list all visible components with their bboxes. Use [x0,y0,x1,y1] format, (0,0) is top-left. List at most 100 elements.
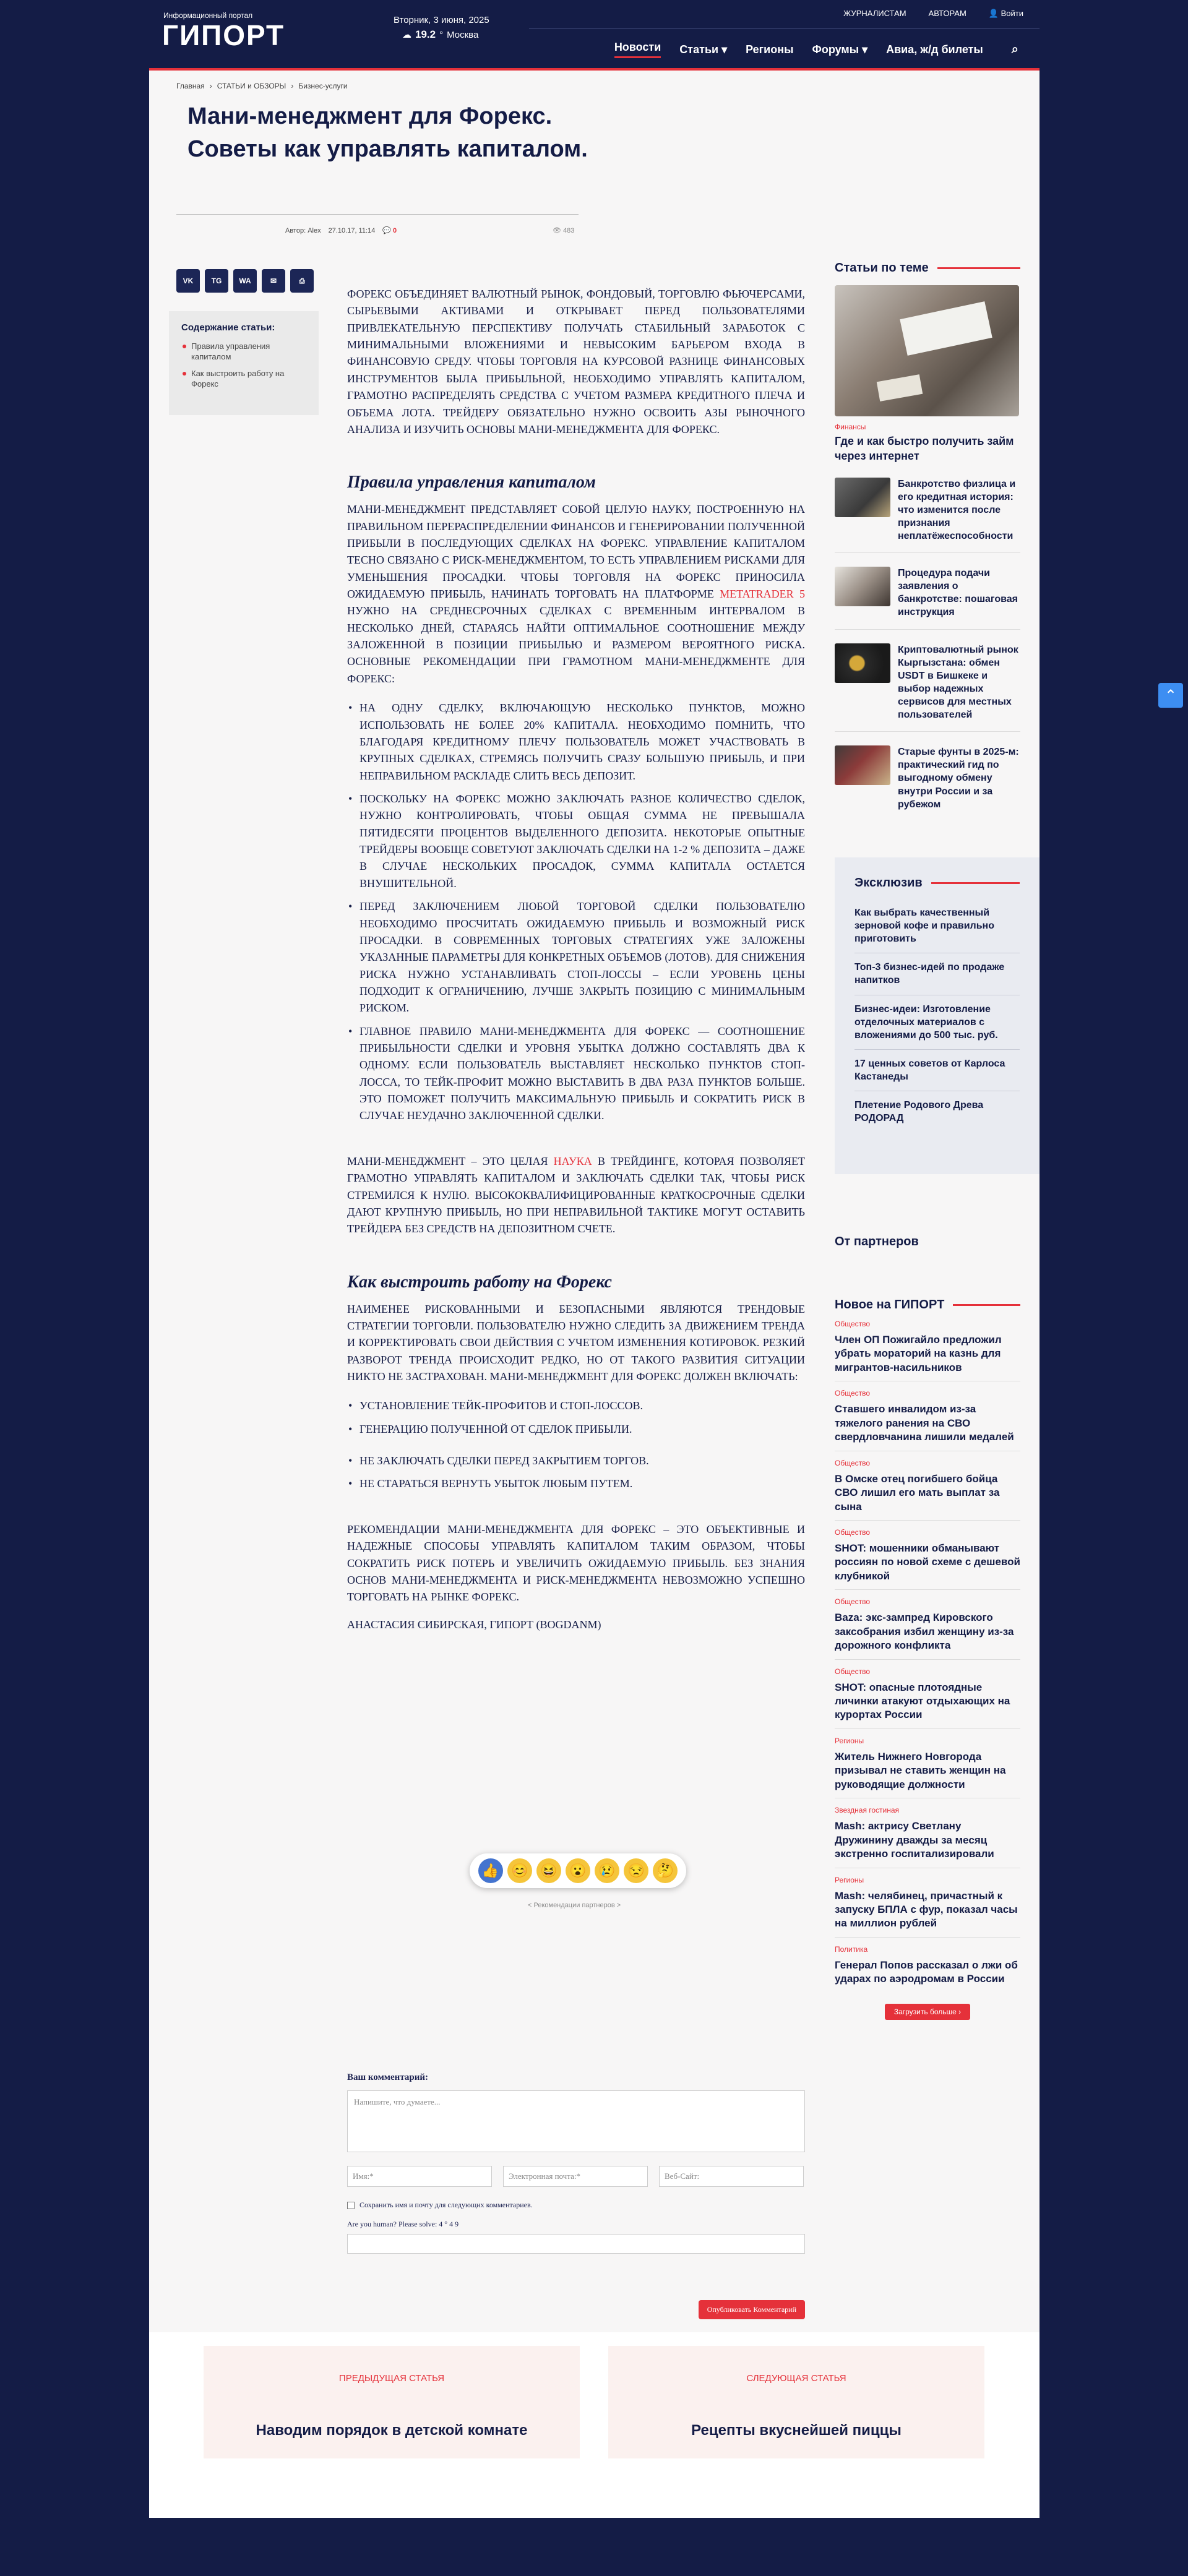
news-category[interactable]: Общество [835,1320,1020,1328]
temperature-unit: ° [439,29,444,40]
meh-reaction[interactable]: 😒 [624,1858,649,1883]
news-category[interactable]: Общество [835,1667,1020,1676]
news-title[interactable]: Член ОП Пожигайло предложил убрать морат… [835,1333,1020,1375]
comment-textarea[interactable]: Напишите, что думаете... [347,2090,805,2152]
login-link[interactable]: 👤 Войти [989,9,1023,19]
author-name[interactable]: Alex [308,227,321,234]
nav-tickets[interactable]: Авиа, ж/д билеты [886,43,983,56]
website-field[interactable]: Веб-Сайт: [659,2166,804,2187]
news-title[interactable]: Ставшего инвалидом из-за тяжелого ранени… [835,1402,1020,1444]
sad-reaction[interactable]: 😢 [595,1858,620,1883]
related-item-title[interactable]: Старые фунты в 2025-м: практический гид … [898,745,1020,811]
prev-title[interactable]: Наводим порядок в детской комнате [204,2422,580,2439]
related-item[interactable]: Банкротство физлица и его кредитная исто… [835,477,1020,554]
paper-shape [900,301,992,356]
link-authors[interactable]: АВТОРАМ [929,9,966,19]
news-category[interactable]: Звездная гостиная [835,1806,1020,1814]
exclusive-item[interactable]: Топ-3 бизнес-идей по продаже напитков [854,953,1020,995]
news-category[interactable]: Общество [835,1459,1020,1467]
news-category[interactable]: Общество [835,1528,1020,1537]
thumbnail [835,477,890,517]
news-item[interactable]: Общество Член ОП Пожигайло предложил убра… [835,1312,1020,1382]
prev-post-card[interactable]: ПРЕДЫДУЩАЯ СТАТЬЯ Наводим порядок в детс… [204,2346,580,2458]
category-label[interactable]: Финансы [835,423,1020,431]
toc-item[interactable]: Правила управления капиталом [181,341,306,363]
news-item[interactable]: Общество SHOT: опасные плотоядные личинки… [835,1660,1020,1729]
news-title[interactable]: Mash: челябинец, причастный к запуску БП… [835,1889,1020,1931]
crumb-business[interactable]: Бизнес-услуги [298,82,347,90]
news-title[interactable]: Генерал Попов рассказал о лжи об ударах … [835,1959,1020,1986]
nav-regions[interactable]: Регионы [746,43,793,56]
news-title[interactable]: SHOT: мошенники обманывают россиян по но… [835,1542,1020,1583]
crumb-home[interactable]: Главная [176,82,205,90]
next-title[interactable]: Рецепты вкуснейшей пиццы [608,2422,984,2439]
load-more-button[interactable]: Загрузить больше › [885,2003,970,2020]
hero-article-title[interactable]: Где и как быстро получить займ через инт… [835,434,1020,464]
news-category[interactable]: Общество [835,1597,1020,1606]
exclusive-title: Эксклюзив [854,876,923,890]
news-item[interactable]: Общество SHOT: мошенники обманывают росси… [835,1521,1020,1591]
news-item[interactable]: Общество В Омске отец погибшего бойца СВО… [835,1451,1020,1521]
related-item[interactable]: Криптовалютный рынок Кыргызстана: обмен … [835,643,1020,732]
news-item[interactable]: Регионы Mash: челябинец, причастный к зап… [835,1868,1020,1938]
news-title[interactable]: В Омске отец погибшего бойца СВО лишил е… [835,1472,1020,1514]
news-item[interactable]: Звездная гостиная Mash: актрису Светлану … [835,1798,1020,1868]
email-field[interactable]: Электронная почта:* [503,2166,648,2187]
toc-item[interactable]: Как выстроить работу на Форекс [181,369,306,390]
comment-count-value: 0 [393,227,397,234]
news-item[interactable]: Общество Ставшего инвалидом из-за тяжелог… [835,1381,1020,1451]
news-category[interactable]: Регионы [835,1737,1020,1745]
news-title[interactable]: SHOT: опасные плотоядные личинки атакуют… [835,1681,1020,1722]
related-item[interactable]: Старые фунты в 2025-м: практический гид … [835,745,1020,821]
science-link[interactable]: наука [554,1155,592,1167]
site-logo[interactable]: ГИПОРТ [162,19,285,52]
related-item[interactable]: Процедура подачи заявления о банкротстве… [835,567,1020,630]
comment-count[interactable]: 💬 0 [382,226,397,234]
exclusive-block: Эксклюзив Как выбрать качественный зерно… [835,857,1040,1174]
link-journalists[interactable]: ЖУРНАЛИСТАМ [843,9,906,19]
smile-reaction[interactable]: 😊 [507,1858,532,1883]
search-icon[interactable]: ⌕ [1012,43,1018,57]
exclusive-item[interactable]: Как выбрать качественный зерновой кофе и… [854,899,1020,954]
exclusive-item[interactable]: 17 ценных советов от Карлоса Кастанеды [854,1050,1020,1092]
news-category[interactable]: Общество [835,1389,1020,1397]
think-reaction[interactable]: 🤔 [653,1858,678,1883]
news-title[interactable]: Mash: актрису Светлану Дружинину дважды … [835,1819,1020,1861]
exclusive-item[interactable]: Бизнес-идеи: Изготовление отделочных мат… [854,995,1020,1050]
news-title[interactable]: Житель Нижнего Новгорода призывал не ста… [835,1750,1020,1792]
captcha-input[interactable] [347,2234,805,2254]
toc-title: Содержание статьи: [181,322,275,333]
print-button[interactable]: ⎙ [290,269,314,293]
news-item[interactable]: Регионы Житель Нижнего Новгорода призывал… [835,1729,1020,1799]
email-share-button[interactable]: ✉ [262,269,285,293]
nav-articles[interactable]: Статьи ▾ [679,43,727,56]
article-body: Форекс объединяет валютный рынок, фондов… [347,286,805,1631]
related-item-title[interactable]: Криптовалютный рынок Кыргызстана: обмен … [898,643,1020,722]
whatsapp-share-button[interactable]: WA [233,269,257,293]
related-item-title[interactable]: Банкротство физлица и его кредитная исто… [898,478,1020,543]
next-post-card[interactable]: СЛЕДУЮЩАЯ СТАТЬЯ Рецепты вкуснейшей пицц… [608,2346,984,2458]
news-category[interactable]: Регионы [835,1876,1020,1884]
name-field[interactable]: Имя:* [347,2166,492,2187]
news-title[interactable]: Baza: экс-зампред Кировского заксобрания… [835,1611,1020,1652]
news-category[interactable]: Политика [835,1945,1020,1954]
scroll-top-button[interactable]: ⌃ [1158,683,1183,708]
nav-forums[interactable]: Форумы ▾ [812,43,867,56]
news-item[interactable]: Общество Baza: экс-зампред Кировского зак… [835,1590,1020,1660]
related-item-title[interactable]: Процедура подачи заявления о банкротстве… [898,567,1020,619]
telegram-share-button[interactable]: TG [205,269,228,293]
crumb-articles[interactable]: СТАТЬИ и ОБЗОРЫ [217,82,286,90]
exclusive-item[interactable]: Плетение Родового Древа РОДОРАД [854,1091,1020,1132]
captcha-label: Are you human? Please solve: 4 ° 4 9 [347,2220,459,2228]
news-item[interactable]: Политика Генерал Попов рассказал о лжи об… [835,1938,1020,1993]
like-reaction[interactable]: 👍 [478,1858,503,1883]
laugh-reaction[interactable]: 😆 [536,1858,561,1883]
author: Автор: Alex [285,227,321,234]
submit-comment-button[interactable]: Опубликовать Комментарий [698,2300,805,2319]
metatrader-link[interactable]: MetaTrader 5 [720,588,805,600]
save-checkbox[interactable] [347,2201,355,2209]
vk-share-button[interactable]: VK [176,269,200,293]
hero-image[interactable] [835,285,1019,416]
nav-news[interactable]: Новости [614,41,661,58]
wow-reaction[interactable]: 😮 [565,1858,590,1883]
